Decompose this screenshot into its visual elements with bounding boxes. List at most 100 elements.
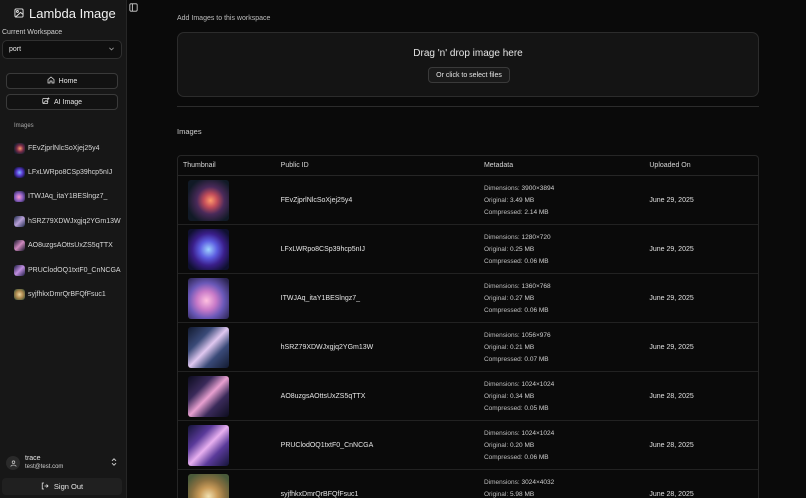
row-uploaded-on: June 29, 2025 (649, 196, 694, 204)
compressed-label: Compressed: (483, 404, 523, 412)
table-row[interactable]: AO8uzgsAOttsUxZS5qTTX Dimensions: 1024×1… (178, 372, 758, 421)
image-thumbnail (14, 142, 25, 154)
sidebar-image-label: hSRZ79XDWJxgjq2YGm13W (28, 217, 121, 225)
ai-image-button[interactable]: AI Image (6, 94, 118, 110)
image-thumbnail (14, 191, 25, 203)
sidebar-image-item[interactable]: AO8uzgsAOttsUxZS5qTTX (14, 234, 124, 258)
image-icon (14, 7, 24, 20)
row-metadata: Dimensions: 3900×3894 Original: 3.49 MB … (484, 184, 649, 217)
dimensions-value: 1056×976 (521, 331, 551, 339)
compressed-label: Compressed: (483, 453, 523, 461)
user-email: test@test.com (25, 464, 64, 470)
compressed-value: 0.06 MB (524, 257, 549, 265)
table-row[interactable]: FEvZjprlNlcSoXjej25y4 Dimensions: 3900×3… (178, 176, 758, 225)
column-header-thumbnail: Thumbnail (183, 162, 216, 169)
original-value: 0.25 MB (509, 245, 535, 253)
row-public-id: LFxLWRpo8CSp39hcp5nIJ (280, 245, 365, 253)
image-dropzone[interactable]: Drag 'n' drop image here Or click to sel… (177, 32, 759, 97)
row-uploaded-on: June 28, 2025 (649, 441, 694, 449)
workspace-label: Current Workspace (2, 29, 63, 36)
row-thumbnail (188, 277, 229, 319)
home-icon (47, 76, 55, 86)
table-row[interactable]: PRUClodOQ1txtF0_CnNCGA Dimensions: 1024×… (178, 421, 758, 470)
original-value: 0.27 MB (509, 294, 535, 302)
original-label: Original: (483, 294, 509, 302)
column-header-metadata: Metadata (483, 162, 514, 169)
dropzone-title: Drag 'n' drop image here (413, 48, 523, 59)
compressed-value: 0.06 MB (524, 306, 549, 314)
sidebar-image-item[interactable]: hSRZ79XDWJxgjq2YGm13W (14, 209, 124, 233)
logout-icon (41, 482, 49, 492)
row-uploaded-on: June 29, 2025 (649, 294, 694, 302)
sidebar-image-item[interactable]: PRUClodOQ1txtF0_CnNCGA (14, 258, 124, 282)
original-label: Original: (483, 490, 509, 498)
row-thumbnail (188, 326, 229, 368)
sign-out-button[interactable]: Sign Out (2, 478, 122, 495)
image-thumbnail (14, 264, 25, 276)
row-metadata: Dimensions: 1024×1024 Original: 0.34 MB … (484, 380, 649, 413)
dimensions-label: Dimensions: (483, 331, 520, 339)
table-row[interactable]: LFxLWRpo8CSp39hcp5nIJ Dimensions: 1280×7… (178, 225, 758, 274)
compressed-value: 0.05 MB (524, 404, 549, 412)
original-value: 3.49 MB (509, 196, 535, 204)
compressed-label: Compressed: (483, 257, 523, 265)
table-row[interactable]: ITWJAq_itaY1BESlngz7_ Dimensions: 1360×7… (178, 274, 758, 323)
sidebar-image-label: PRUClodOQ1txtF0_CnNCGA (28, 266, 121, 274)
original-label: Original: (483, 392, 509, 400)
brand: Lambda Image (14, 6, 116, 21)
column-header-public-id: Public ID (280, 162, 309, 169)
row-thumbnail (188, 424, 229, 466)
row-thumbnail (188, 473, 229, 498)
sign-out-label: Sign Out (53, 482, 84, 491)
table-header: Thumbnail Public ID Metadata Uploaded On (178, 156, 758, 176)
row-public-id: AO8uzgsAOttsUxZS5qTTX (280, 392, 366, 400)
home-button[interactable]: Home (6, 73, 118, 89)
row-uploaded-on: June 28, 2025 (649, 490, 694, 498)
image-thumbnail (14, 289, 25, 301)
image-plus-icon (42, 97, 50, 107)
row-uploaded-on: June 29, 2025 (649, 245, 694, 253)
row-metadata: Dimensions: 1360×768 Original: 0.27 MB C… (484, 282, 649, 315)
sidebar-image-item[interactable]: ITWJAq_itaY1BESlngz7_ (14, 185, 124, 209)
table-row[interactable]: hSRZ79XDWJxgjq2YGm13W Dimensions: 1056×9… (178, 323, 758, 372)
images-section-label: Images (14, 123, 34, 129)
row-thumbnail (188, 228, 229, 270)
row-uploaded-on: June 28, 2025 (649, 392, 694, 400)
sidebar-toggle-icon[interactable] (129, 3, 138, 12)
sidebar-image-item[interactable]: syjfhkxDmrQrBFQfFsuc1 (14, 282, 124, 306)
dimensions-value: 1360×768 (521, 282, 551, 290)
dimensions-label: Dimensions: (483, 282, 520, 290)
chevrons-up-down-icon (110, 457, 118, 469)
row-public-id: PRUClodOQ1txtF0_CnNCGA (280, 441, 374, 449)
compressed-label: Compressed: (483, 355, 523, 363)
sidebar-image-item[interactable]: LFxLWRpo8CSp39hcp5nIJ (14, 160, 124, 184)
dimensions-label: Dimensions: (483, 478, 520, 486)
dimensions-value: 3024×4032 (521, 478, 555, 486)
user-icon (6, 456, 20, 470)
image-thumbnail (14, 167, 25, 179)
compressed-label: Compressed: (483, 306, 523, 314)
compressed-label: Compressed: (483, 208, 523, 216)
table-row[interactable]: syjfhkxDmrQrBFQfFsuc1 Dimensions: 3024×4… (178, 470, 758, 498)
dimensions-value: 3900×3894 (521, 184, 555, 192)
sidebar-image-label: LFxLWRpo8CSp39hcp5nIJ (28, 169, 113, 177)
app-title: Lambda Image (29, 6, 116, 21)
original-value: 0.21 MB (509, 343, 535, 351)
sidebar-image-item[interactable]: FEvZjprlNlcSoXjej25y4 (14, 136, 124, 160)
dimensions-value: 1024×1024 (521, 429, 555, 437)
dimensions-value: 1280×720 (521, 233, 551, 241)
sidebar-image-label: AO8uzgsAOttsUxZS5qTTX (28, 242, 113, 250)
row-uploaded-on: June 29, 2025 (649, 343, 694, 351)
row-thumbnail (188, 179, 229, 221)
original-value: 5.98 MB (509, 490, 535, 498)
image-list: FEvZjprlNlcSoXjej25y4 LFxLWRpo8CSp39hcp5… (14, 136, 124, 307)
user-menu[interactable]: trace test@test.com (6, 454, 120, 472)
row-metadata: Dimensions: 3024×4032 Original: 5.98 MB … (484, 478, 649, 498)
row-metadata: Dimensions: 1024×1024 Original: 0.20 MB … (484, 429, 649, 462)
row-metadata: Dimensions: 1280×720 Original: 0.25 MB C… (484, 233, 649, 266)
compressed-value: 0.06 MB (524, 453, 549, 461)
workspace-select[interactable]: port (2, 40, 122, 59)
row-public-id: ITWJAq_itaY1BESlngz7_ (280, 294, 361, 302)
image-thumbnail (14, 215, 25, 227)
select-files-button[interactable]: Or click to select files (428, 67, 510, 83)
